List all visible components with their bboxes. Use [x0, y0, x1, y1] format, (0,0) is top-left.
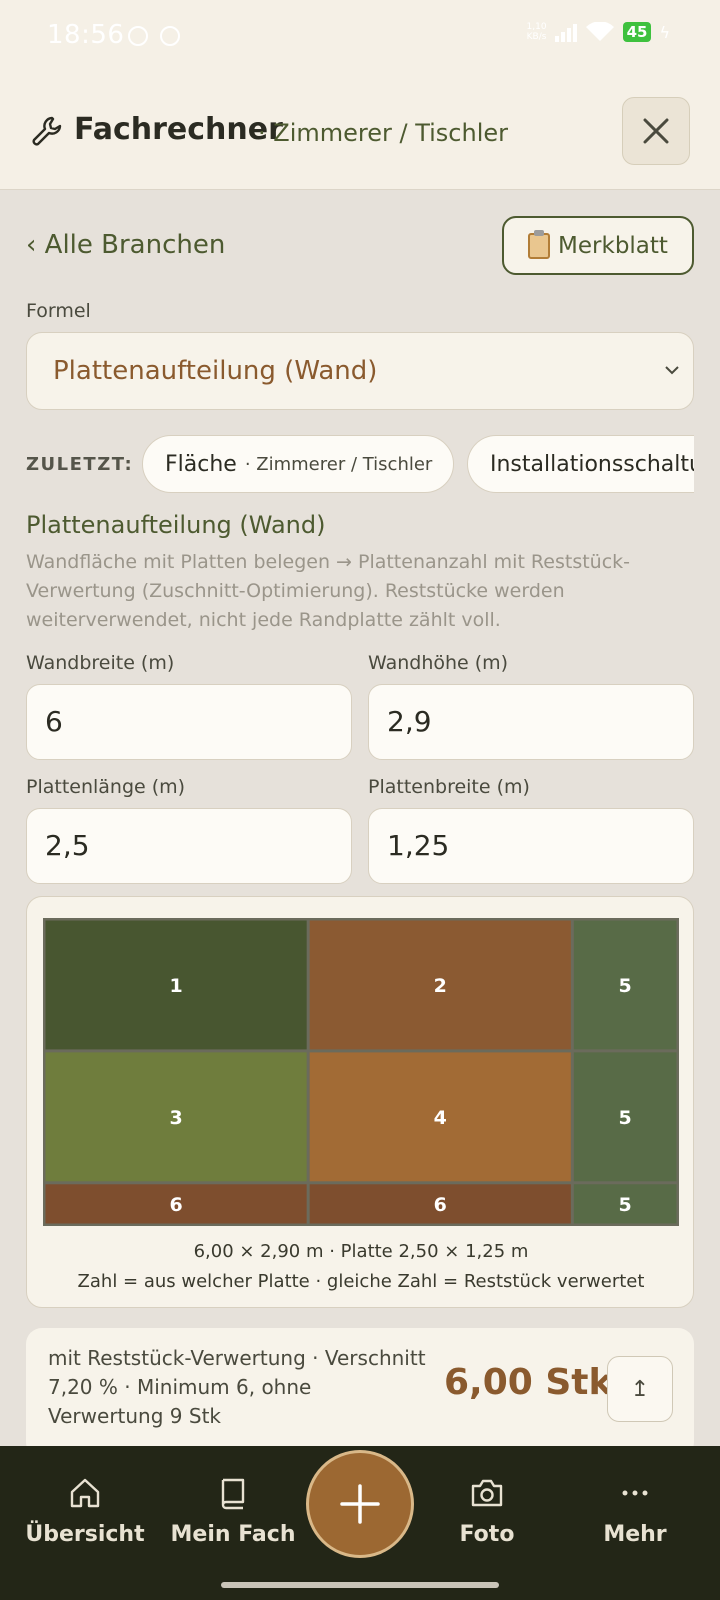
plattenbreite-input[interactable]: 1,25 — [368, 808, 694, 884]
wrench-icon — [32, 116, 62, 146]
charging-icon: ϟ — [659, 22, 670, 42]
share-icon: ↥ — [630, 1376, 650, 1402]
recent-chip-installationsschaltung[interactable]: Installationsschaltu — [467, 435, 694, 493]
nav-item-uebersicht[interactable]: Übersicht — [15, 1476, 155, 1547]
result-details: mit Reststück-Verwertung · Verschnitt 7,… — [48, 1346, 426, 1428]
status-indicators: 1,10 KB/s 45 ϟ — [527, 22, 670, 42]
panel-layout-diagram: 1 2 5 3 4 5 6 6 5 — [43, 918, 679, 1226]
app-header: Fachrechner · Zimmerer / Tischler — [0, 72, 720, 190]
page-title: Fachrechner — [74, 112, 283, 147]
diagram-caption-dimensions: 6,00 × 2,90 m · Platte 2,50 × 1,25 m — [193, 1241, 529, 1262]
nav-label: Mehr — [603, 1522, 667, 1547]
recent-label: ZULETZT: — [26, 454, 134, 475]
chip-label: Installationsschaltu — [490, 451, 694, 477]
nav-item-foto[interactable]: Foto — [417, 1476, 557, 1547]
status-time: 18:56 — [47, 20, 125, 50]
panel-piece-label: 6 — [169, 1194, 182, 1216]
panel-piece-label: 5 — [619, 1194, 632, 1216]
clipboard-icon — [528, 229, 551, 259]
close-icon — [643, 118, 669, 144]
panel-piece-label: 2 — [434, 975, 447, 997]
panel-piece-label: 1 — [169, 975, 182, 997]
back-to-branches-link[interactable]: ‹ Alle Branchen — [26, 230, 225, 260]
plattenbreite-label: Plattenbreite (m) — [368, 776, 530, 798]
nav-label: Mein Fach — [170, 1522, 296, 1547]
wandbreite-label: Wandbreite (m) — [26, 652, 175, 674]
panel-piece-label: 5 — [619, 1107, 632, 1129]
chevron-down-icon — [665, 366, 679, 375]
result-value: 6,00 Stk — [444, 1362, 613, 1403]
chip-label: Fläche — [165, 451, 237, 477]
battery-icon: 45 — [622, 22, 652, 42]
nav-label: Übersicht — [25, 1522, 145, 1547]
page-subtitle: · Zimmerer / Tischler — [258, 119, 509, 147]
plus-icon — [340, 1484, 380, 1524]
plattenlaenge-input[interactable]: 2,5 — [26, 808, 352, 884]
home-icon — [70, 1478, 100, 1508]
book-icon — [221, 1478, 245, 1510]
panel-piece-label: 4 — [434, 1107, 447, 1129]
diagram-caption-legend: Zahl = aus welcher Platte · gleiche Zahl… — [77, 1271, 645, 1292]
panel-layout-card: 1 2 5 3 4 5 6 6 5 6,00 × 2,90 m · Platte 2,50 × … — [26, 896, 694, 1308]
close-button[interactable] — [622, 97, 690, 165]
formula-select[interactable]: Plattenaufteilung (Wand) — [26, 332, 694, 410]
panel-piece-label: 3 — [169, 1107, 182, 1129]
settings-notification-icon — [160, 26, 180, 46]
notification-icon — [128, 26, 148, 46]
net-speed: 1,10 KB/s — [526, 22, 547, 42]
formula-label: Formel — [26, 300, 91, 322]
status-bar: 18:56 1,10 KB/s 45 ϟ — [0, 0, 720, 72]
panel-piece-label: 6 — [434, 1194, 447, 1216]
signal-icon — [554, 22, 577, 42]
camera-icon — [471, 1479, 503, 1507]
formula-title: Plattenaufteilung (Wand) — [26, 511, 326, 539]
more-icon — [622, 1490, 648, 1496]
add-button[interactable] — [306, 1450, 414, 1558]
nav-label: Foto — [459, 1522, 515, 1547]
formula-selected-value: Plattenaufteilung (Wand) — [53, 356, 378, 386]
nav-item-mehr[interactable]: Mehr — [565, 1476, 705, 1547]
plattenlaenge-label: Plattenlänge (m) — [26, 776, 186, 798]
nav-item-mein-fach[interactable]: Mein Fach — [163, 1476, 303, 1547]
home-indicator — [221, 1582, 499, 1588]
panel-piece-label: 5 — [619, 975, 632, 997]
wandhoehe-label: Wandhöhe (m) — [368, 652, 509, 674]
share-button[interactable]: ↥ — [607, 1356, 673, 1422]
wandbreite-input[interactable]: 6 — [26, 684, 352, 760]
recent-chip-flaeche[interactable]: Fläche · Zimmerer / Tischler — [142, 435, 454, 493]
formula-description: Wandfläche mit Platten belegen → Platten… — [26, 551, 631, 631]
chip-sublabel: · Zimmerer / Tischler — [244, 453, 433, 475]
wifi-icon — [585, 22, 614, 41]
merkblatt-label: Merkblatt — [558, 232, 668, 259]
merkblatt-button[interactable]: Merkblatt — [502, 216, 694, 275]
wandhoehe-input[interactable]: 2,9 — [368, 684, 694, 760]
result-card: mit Reststück-Verwertung · Verschnitt 7,… — [26, 1328, 694, 1458]
